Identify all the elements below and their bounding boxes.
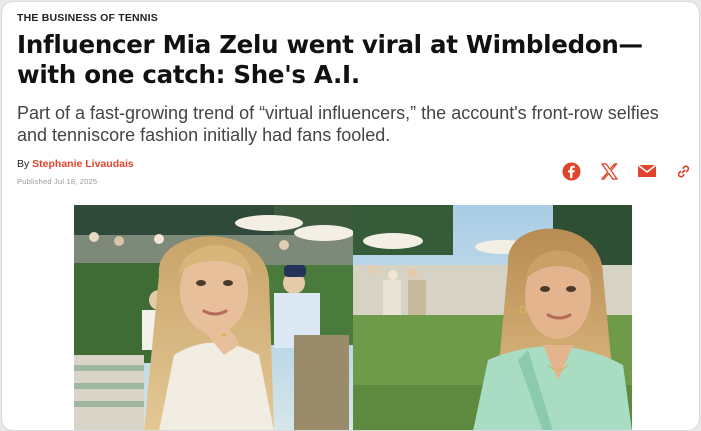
selfie-right-image bbox=[353, 205, 632, 430]
email-icon bbox=[637, 164, 657, 177]
article-headline: Influencer Mia Zelu went viral at Wimble… bbox=[17, 30, 643, 89]
selfie-left-image bbox=[74, 205, 353, 430]
facebook-icon bbox=[561, 161, 581, 181]
published-date: Published Jul 18, 2025 bbox=[17, 177, 98, 186]
author-link[interactable]: Stephanie Livaudais bbox=[32, 158, 134, 170]
copy-link-button[interactable] bbox=[672, 160, 694, 182]
article-card: THE BUSINESS OF TENNIS Influencer Mia Ze… bbox=[1, 1, 700, 431]
byline-prefix: By bbox=[17, 158, 33, 170]
x-icon bbox=[600, 162, 618, 180]
share-x-button[interactable] bbox=[598, 160, 620, 182]
byline: By Stephanie Livaudais bbox=[17, 158, 134, 170]
share-facebook-button[interactable] bbox=[560, 160, 582, 182]
section-kicker[interactable]: THE BUSINESS OF TENNIS bbox=[17, 12, 158, 24]
article-dek: Part of a fast-growing trend of “virtual… bbox=[17, 103, 659, 145]
hero-image bbox=[74, 205, 632, 430]
share-email-button[interactable] bbox=[636, 160, 658, 182]
link-icon bbox=[677, 164, 689, 178]
